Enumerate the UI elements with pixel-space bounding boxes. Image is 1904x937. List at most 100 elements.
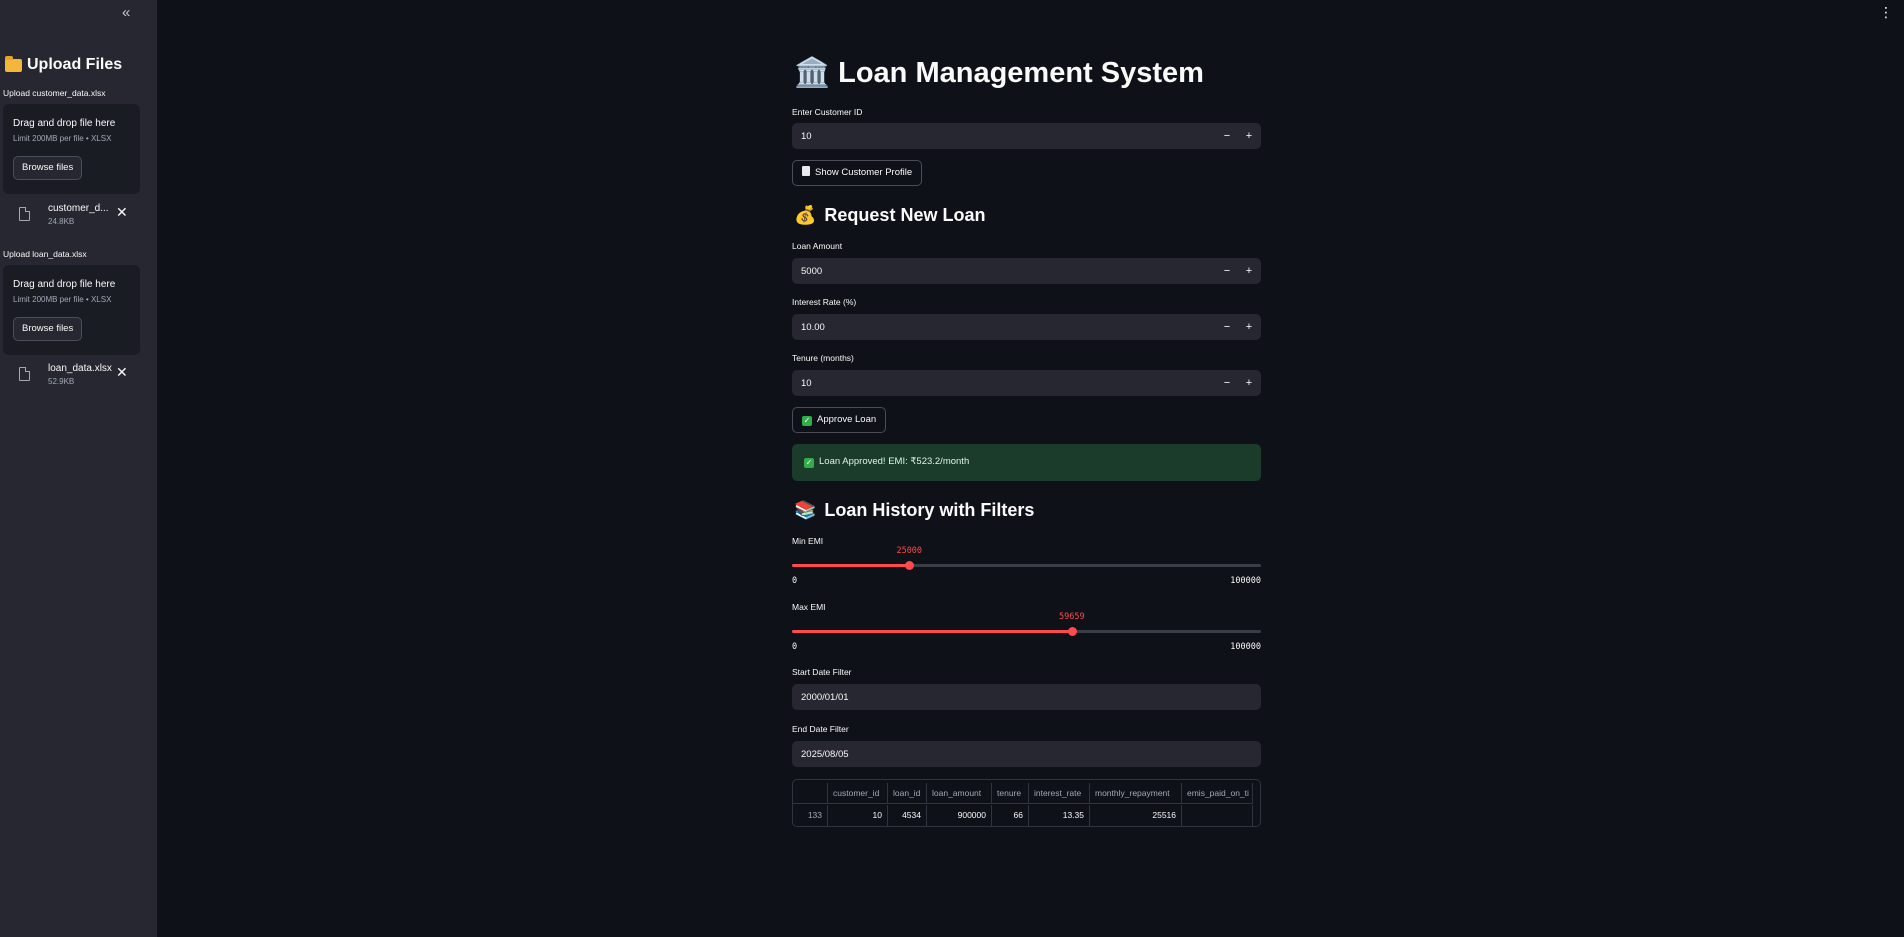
customer-id-input[interactable]: 10 − + <box>792 123 1261 149</box>
decrement-button[interactable]: − <box>1218 127 1236 145</box>
start-date-input[interactable]: 2000/01/01 <box>792 684 1261 710</box>
loan-history-table[interactable]: customer_id loan_id loan_amount tenure i… <box>792 779 1261 827</box>
sidebar: « Upload Files Upload customer_data.xlsx… <box>0 0 157 937</box>
main-menu-icon[interactable]: ⋮ <box>1879 5 1893 19</box>
end-date-label: End Date Filter <box>792 724 849 734</box>
bank-icon: 🏛️ <box>794 57 831 89</box>
interest-rate-label: Interest Rate (%) <box>792 297 857 307</box>
table-cell[interactable]: 900000 <box>927 805 992 826</box>
sidebar-title-text: Upload Files <box>27 56 123 73</box>
dropzone-limit: Limit 200MB per file • XLSX <box>13 134 112 143</box>
show-profile-label: Show Customer Profile <box>815 167 913 178</box>
increment-button[interactable]: + <box>1240 374 1258 392</box>
customer-id-label: Enter Customer ID <box>792 107 863 117</box>
customer-upload-label: Upload customer_data.xlsx <box>3 88 106 98</box>
slider-fill <box>792 630 1072 633</box>
table-header-row: customer_id loan_id loan_amount tenure i… <box>793 783 1253 804</box>
column-header[interactable]: interest_rate <box>1029 783 1090 804</box>
request-loan-heading: 💰 Request New Loan <box>794 205 985 226</box>
table-cell[interactable] <box>1182 805 1253 826</box>
folder-icon <box>5 55 22 72</box>
loan-upload-label: Upload loan_data.xlsx <box>3 249 87 259</box>
max-emi-label: Max EMI <box>792 602 826 612</box>
row-index: 133 <box>793 805 828 826</box>
min-emi-label: Min EMI <box>792 536 824 546</box>
check-icon: ✓ <box>804 458 814 468</box>
sidebar-title: Upload Files <box>5 55 123 74</box>
file-name: customer_d... <box>48 203 109 214</box>
start-date-value: 2000/01/01 <box>801 692 849 703</box>
column-header[interactable]: emis_paid_on_ti <box>1182 783 1253 804</box>
customer-dropzone[interactable]: Drag and drop file here Limit 200MB per … <box>3 104 140 194</box>
end-date-input[interactable]: 2025/08/05 <box>792 741 1261 767</box>
loan-amount-label: Loan Amount <box>792 241 843 251</box>
decrement-button[interactable]: − <box>1218 318 1236 336</box>
table-cell[interactable]: 4534 <box>888 805 927 826</box>
min-emi-slider[interactable]: 25000 <box>792 546 1261 570</box>
dropzone-limit: Limit 200MB per file • XLSX <box>13 295 112 304</box>
success-alert: ✓ Loan Approved! EMI: ₹523.2/month <box>792 444 1261 481</box>
file-size: 52.9KB <box>48 377 75 386</box>
interest-rate-value: 10.00 <box>801 322 825 333</box>
loan-dropzone[interactable]: Drag and drop file here Limit 200MB per … <box>3 265 140 355</box>
document-icon <box>802 166 810 176</box>
request-loan-heading-text: Request New Loan <box>824 205 986 225</box>
loan-amount-input[interactable]: 5000 − + <box>792 258 1261 284</box>
uploaded-file-customer: customer_d... 24.8KB ✕ <box>14 203 134 233</box>
column-header[interactable] <box>793 783 828 804</box>
table-cell[interactable]: 25516 <box>1090 805 1182 826</box>
browse-files-button[interactable]: Browse files <box>13 317 83 341</box>
page-title: 🏛️ Loan Management System <box>794 56 1204 90</box>
slider-max-label: 100000 <box>1230 642 1261 652</box>
slider-value: 59659 <box>1059 612 1085 622</box>
slider-fill <box>792 564 910 567</box>
table-cell[interactable]: 13.35 <box>1029 805 1090 826</box>
collapse-sidebar-icon[interactable]: « <box>122 4 136 22</box>
max-emi-slider[interactable]: 59659 <box>792 612 1261 636</box>
interest-rate-input[interactable]: 10.00 − + <box>792 314 1261 340</box>
remove-file-icon[interactable]: ✕ <box>116 365 128 379</box>
approve-loan-button[interactable]: ✓ Approve Loan <box>792 407 887 433</box>
end-date-value: 2025/08/05 <box>801 749 849 760</box>
check-icon: ✓ <box>802 416 812 426</box>
show-profile-button[interactable]: Show Customer Profile <box>792 160 923 186</box>
success-message-text: Loan Approved! EMI: ₹523.2/month <box>819 456 970 467</box>
browse-files-button[interactable]: Browse files <box>13 156 83 180</box>
slider-min-label: 0 <box>792 642 798 652</box>
table-row[interactable]: 133 10 4534 900000 66 13.35 25516 <box>793 805 1253 826</box>
decrement-button[interactable]: − <box>1218 374 1236 392</box>
books-icon: 📚 <box>794 500 817 520</box>
increment-button[interactable]: + <box>1240 127 1258 145</box>
table-cell[interactable]: 66 <box>992 805 1029 826</box>
page-title-text: Loan Management System <box>838 56 1204 89</box>
column-header[interactable]: loan_amount <box>927 783 992 804</box>
dropzone-text: Drag and drop file here <box>13 118 116 129</box>
loan-history-heading-text: Loan History with Filters <box>824 500 1035 520</box>
slider-max-label: 100000 <box>1230 576 1261 586</box>
remove-file-icon[interactable]: ✕ <box>116 205 128 219</box>
start-date-label: Start Date Filter <box>792 667 852 677</box>
column-header[interactable]: monthly_repayment <box>1090 783 1182 804</box>
increment-button[interactable]: + <box>1240 318 1258 336</box>
slider-min-label: 0 <box>792 576 798 586</box>
increment-button[interactable]: + <box>1240 262 1258 280</box>
uploaded-file-loan: loan_data.xlsx 52.9KB ✕ <box>14 363 134 393</box>
tenure-input[interactable]: 10 − + <box>792 370 1261 396</box>
tenure-value: 10 <box>801 378 812 389</box>
table-cell[interactable]: 10 <box>828 805 888 826</box>
slider-thumb[interactable] <box>905 561 915 570</box>
loan-history-heading: 📚 Loan History with Filters <box>794 500 1034 521</box>
slider-value: 25000 <box>896 546 923 556</box>
column-header[interactable]: loan_id <box>888 783 927 804</box>
file-icon <box>19 207 30 221</box>
slider-thumb[interactable] <box>1067 627 1077 636</box>
column-header[interactable]: customer_id <box>828 783 888 804</box>
file-size: 24.8KB <box>48 217 75 226</box>
approve-loan-label: Approve Loan <box>817 414 877 425</box>
success-message: ✓ Loan Approved! EMI: ₹523.2/month <box>804 456 969 468</box>
column-header[interactable]: tenure <box>992 783 1029 804</box>
dropzone-text: Drag and drop file here <box>13 279 116 290</box>
decrement-button[interactable]: − <box>1218 262 1236 280</box>
loan-amount-value: 5000 <box>801 266 823 277</box>
file-name: loan_data.xlsx <box>48 363 112 374</box>
